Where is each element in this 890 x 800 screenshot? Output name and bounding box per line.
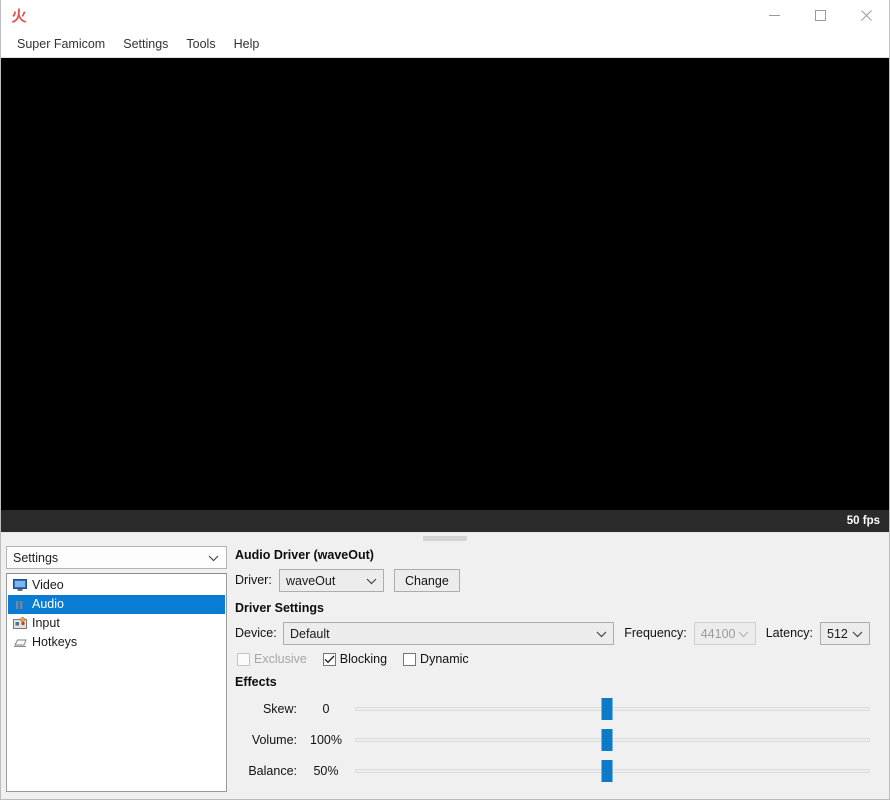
- balance-label: Balance:: [248, 763, 297, 778]
- balance-value: 50%: [313, 763, 339, 778]
- settings-sidebar: Settings Video Audio Input Hotkeys: [6, 546, 227, 792]
- splitter-grip[interactable]: [423, 535, 467, 541]
- gamepad-icon: [12, 616, 28, 632]
- driver-label: Driver:: [235, 573, 272, 587]
- device-label: Device:: [235, 626, 277, 640]
- emulator-viewport[interactable]: [1, 58, 889, 510]
- sidebar-item-label: Audio: [32, 597, 64, 611]
- frequency-select-value: 44100: [700, 626, 736, 641]
- latency-select[interactable]: 512: [820, 622, 870, 645]
- driver-settings-heading: Driver Settings: [235, 601, 324, 615]
- device-select-value: Default: [290, 626, 330, 641]
- sidebar-item-label: Video: [32, 578, 64, 592]
- chevron-down-icon: [208, 551, 219, 565]
- latency-select-value: 512: [827, 626, 848, 641]
- device-row: Device: Default Frequency: 44100 Latency…: [235, 622, 884, 645]
- frequency-select: 44100: [693, 622, 756, 645]
- audio-driver-heading: Audio Driver (waveOut): [235, 548, 374, 562]
- maximize-icon[interactable]: [797, 0, 843, 31]
- slider-handle[interactable]: [601, 728, 613, 751]
- checkbox-box: [403, 652, 417, 666]
- chevron-down-icon: [738, 627, 749, 641]
- volume-label: Volume:: [251, 732, 297, 747]
- checkbox-box: [237, 652, 250, 666]
- blocking-label: Blocking: [339, 652, 388, 666]
- driver-select-value: waveOut: [286, 573, 336, 588]
- fire-kanji-icon: 火: [11, 6, 27, 25]
- title-bar: 火: [1, 0, 889, 31]
- blocking-checkbox[interactable]: Blocking: [322, 652, 388, 666]
- horizontal-splitter[interactable]: [1, 532, 889, 543]
- settings-category-value: Settings: [13, 550, 59, 565]
- balance-slider[interactable]: [355, 759, 870, 782]
- exclusive-checkbox: Exclusive: [237, 652, 307, 666]
- sidebar-item-label: Hotkeys: [32, 635, 78, 649]
- menu-item-settings[interactable]: Settings: [114, 33, 177, 56]
- chevron-down-icon: [366, 574, 377, 588]
- skew-slider-row: Skew: 0: [235, 693, 884, 724]
- audio-settings-panel: Audio Driver (waveOut) Driver: waveOut C…: [234, 546, 884, 792]
- sidebar-item-label: Input: [32, 616, 60, 630]
- settings-category-list[interactable]: Video Audio Input Hotkeys: [6, 573, 227, 792]
- fps-counter: 50 fps: [846, 515, 880, 527]
- application-window: 火 Super Famicom Settings Tools Help 50 f…: [0, 0, 890, 800]
- change-driver-button[interactable]: Change: [394, 569, 460, 592]
- menu-item-tools[interactable]: Tools: [177, 33, 224, 56]
- keyboard-icon: [12, 635, 28, 651]
- menu-item-help[interactable]: Help: [225, 33, 269, 56]
- device-select[interactable]: Default: [283, 622, 615, 645]
- slider-handle[interactable]: [601, 759, 613, 782]
- dynamic-checkbox[interactable]: Dynamic: [403, 652, 469, 666]
- checkbox-box-checked: [322, 652, 336, 666]
- latency-label: Latency:: [765, 626, 813, 640]
- menu-bar: Super Famicom Settings Tools Help: [1, 31, 889, 58]
- sidebar-item-audio[interactable]: Audio: [8, 595, 225, 614]
- speaker-icon: [12, 597, 28, 613]
- settings-pane: Settings Video Audio Input Hotkeys Audio…: [1, 543, 889, 799]
- dynamic-label: Dynamic: [420, 652, 469, 666]
- monitor-icon: [12, 578, 28, 594]
- driver-row: Driver: waveOut Change: [235, 569, 884, 592]
- status-bar: 50 fps: [1, 510, 889, 532]
- sidebar-item-video[interactable]: Video: [8, 576, 225, 595]
- volume-slider[interactable]: [355, 728, 870, 751]
- window-controls: [751, 0, 889, 31]
- sidebar-item-hotkeys[interactable]: Hotkeys: [8, 633, 225, 652]
- slider-handle[interactable]: [601, 697, 613, 720]
- exclusive-label: Exclusive: [254, 652, 307, 666]
- volume-slider-row: Volume: 100%: [235, 724, 884, 755]
- settings-category-combo[interactable]: Settings: [6, 546, 227, 569]
- chevron-down-icon: [852, 627, 863, 641]
- close-icon[interactable]: [843, 0, 889, 31]
- balance-slider-row: Balance: 50%: [235, 755, 884, 786]
- volume-value: 100%: [310, 732, 342, 747]
- effects-heading: Effects: [235, 675, 277, 689]
- sidebar-item-input[interactable]: Input: [8, 614, 225, 633]
- minimize-icon[interactable]: [751, 0, 797, 31]
- skew-value: 0: [322, 701, 330, 716]
- skew-label: Skew:: [262, 701, 297, 716]
- driver-select[interactable]: waveOut: [279, 569, 384, 592]
- frequency-label: Frequency:: [624, 626, 687, 640]
- vertical-splitter[interactable]: [227, 546, 234, 792]
- chevron-down-icon: [596, 627, 607, 641]
- menu-item-super-famicom[interactable]: Super Famicom: [8, 33, 114, 56]
- skew-slider[interactable]: [355, 697, 870, 720]
- driver-flags-row: Exclusive Blocking Dynamic: [237, 652, 884, 666]
